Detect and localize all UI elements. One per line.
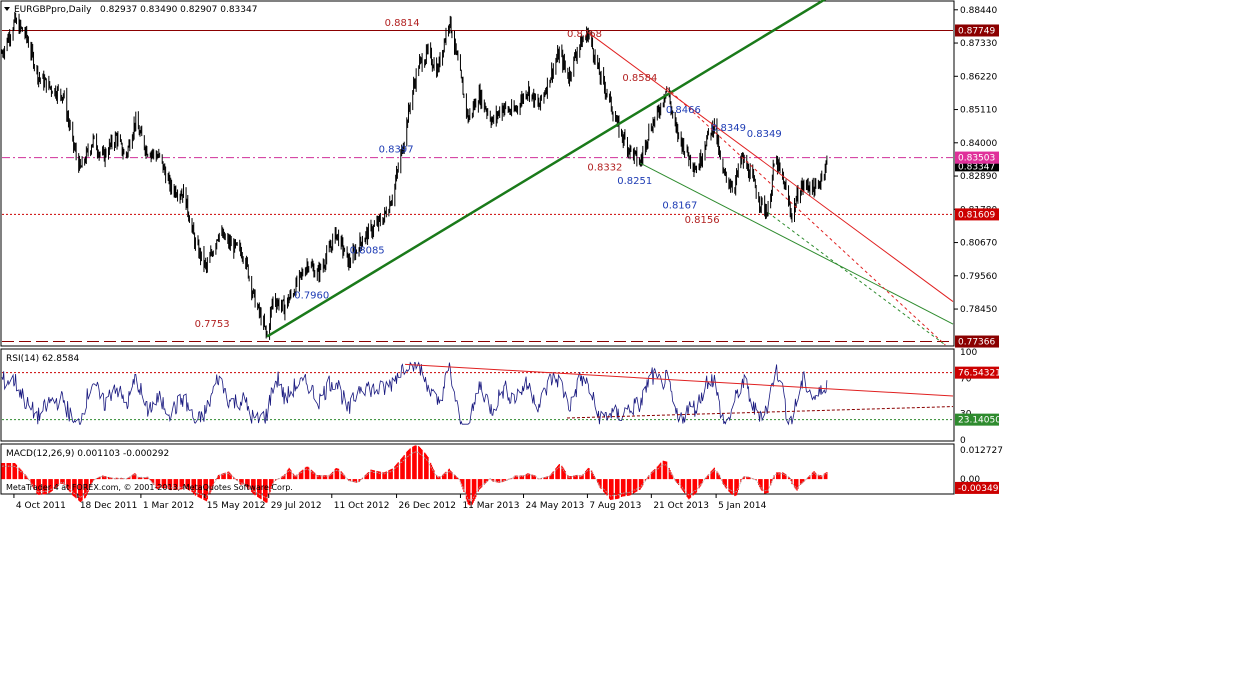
price-label: 0.8251 <box>617 176 652 187</box>
price-label: 0.8167 <box>662 201 697 212</box>
y-tick-label: 0.84000 <box>960 139 997 149</box>
symbol-label: EURGBPpro,Daily <box>14 5 92 15</box>
price-badge: 0.77366 <box>958 338 995 348</box>
macd-badge: -0.00349 <box>958 484 999 494</box>
macd-label: MACD(12,26,9) 0.001103 -0.000292 <box>6 449 169 459</box>
rsi-label: RSI(14) 62.8584 <box>6 354 79 364</box>
y-tick-label: 0.86220 <box>960 72 997 82</box>
y-tick-label: 0.82890 <box>960 172 997 182</box>
x-tick-label: 11 Mar 2013 <box>462 501 519 511</box>
price-label: 0.8584 <box>622 73 657 84</box>
macd-tick-label: 0.012727 <box>960 446 1003 456</box>
y-tick-label: 0.79560 <box>960 272 997 282</box>
y-tick-label: 0.80670 <box>960 239 997 249</box>
x-tick-label: 4 Oct 2011 <box>16 501 66 511</box>
price-label: 0.8466 <box>666 105 701 116</box>
x-tick-label: 15 May 2012 <box>207 501 266 511</box>
rsi-badge: 76.54321 <box>958 369 1001 379</box>
rsi-badge: 23.14050 <box>958 416 1001 426</box>
price-panel[interactable] <box>0 0 955 347</box>
y-tick-label: 0.88440 <box>960 6 997 16</box>
price-label: 0.8156 <box>685 215 720 226</box>
x-tick-label: 29 Jul 2012 <box>271 501 322 511</box>
price-badge: 0.81609 <box>958 210 995 220</box>
price-label: 0.8768 <box>567 29 602 40</box>
y-tick-label: 0.85110 <box>960 106 997 116</box>
price-badge: 0.83503 <box>958 154 995 164</box>
price-label: 0.8332 <box>587 163 622 174</box>
y-tick-label: 0.87330 <box>960 39 997 49</box>
x-tick-label: 21 Oct 2013 <box>653 501 709 511</box>
rsi-tick-label: 0 <box>960 436 966 446</box>
price-label: 0.7960 <box>294 291 329 302</box>
x-tick-label: 1 Mar 2012 <box>143 501 194 511</box>
rsi-tick-label: 100 <box>960 348 977 358</box>
price-label: 0.8349 <box>711 123 746 134</box>
trading-terminal: 0.8814 0.8768 0.8584 0.8466 0.8349 0.8349 0.83… <box>0 0 1260 520</box>
x-tick-label: 26 Dec 2012 <box>399 501 457 511</box>
price-label: 0.8397 <box>379 144 414 155</box>
price-label: 0.8085 <box>350 246 385 257</box>
y-tick-label: 0.78450 <box>960 305 997 315</box>
ohlc-values: 0.82937 0.83490 0.82907 0.83347 <box>100 5 257 15</box>
x-tick-label: 5 Jan 2014 <box>718 501 766 511</box>
current-price-label: 0.83347 <box>958 162 995 172</box>
price-label: 0.8814 <box>385 18 420 29</box>
x-tick-label: 18 Dec 2011 <box>80 501 138 511</box>
x-tick-label: 24 May 2013 <box>526 501 585 511</box>
price-label: 0.8349 <box>747 129 782 140</box>
price-badge: 0.87749 <box>958 26 995 36</box>
copyright-text: MetaTrader 4 at FOREX.com, © 2001-2013, … <box>6 483 293 492</box>
eurgbp-chart[interactable]: 0.8814 0.8768 0.8584 0.8466 0.83490.8349 0.83… <box>0 0 1260 520</box>
x-tick-label: 11 Oct 2012 <box>334 501 390 511</box>
x-tick-label: 7 Aug 2013 <box>589 501 641 511</box>
price-label: 0.7753 <box>195 319 230 330</box>
